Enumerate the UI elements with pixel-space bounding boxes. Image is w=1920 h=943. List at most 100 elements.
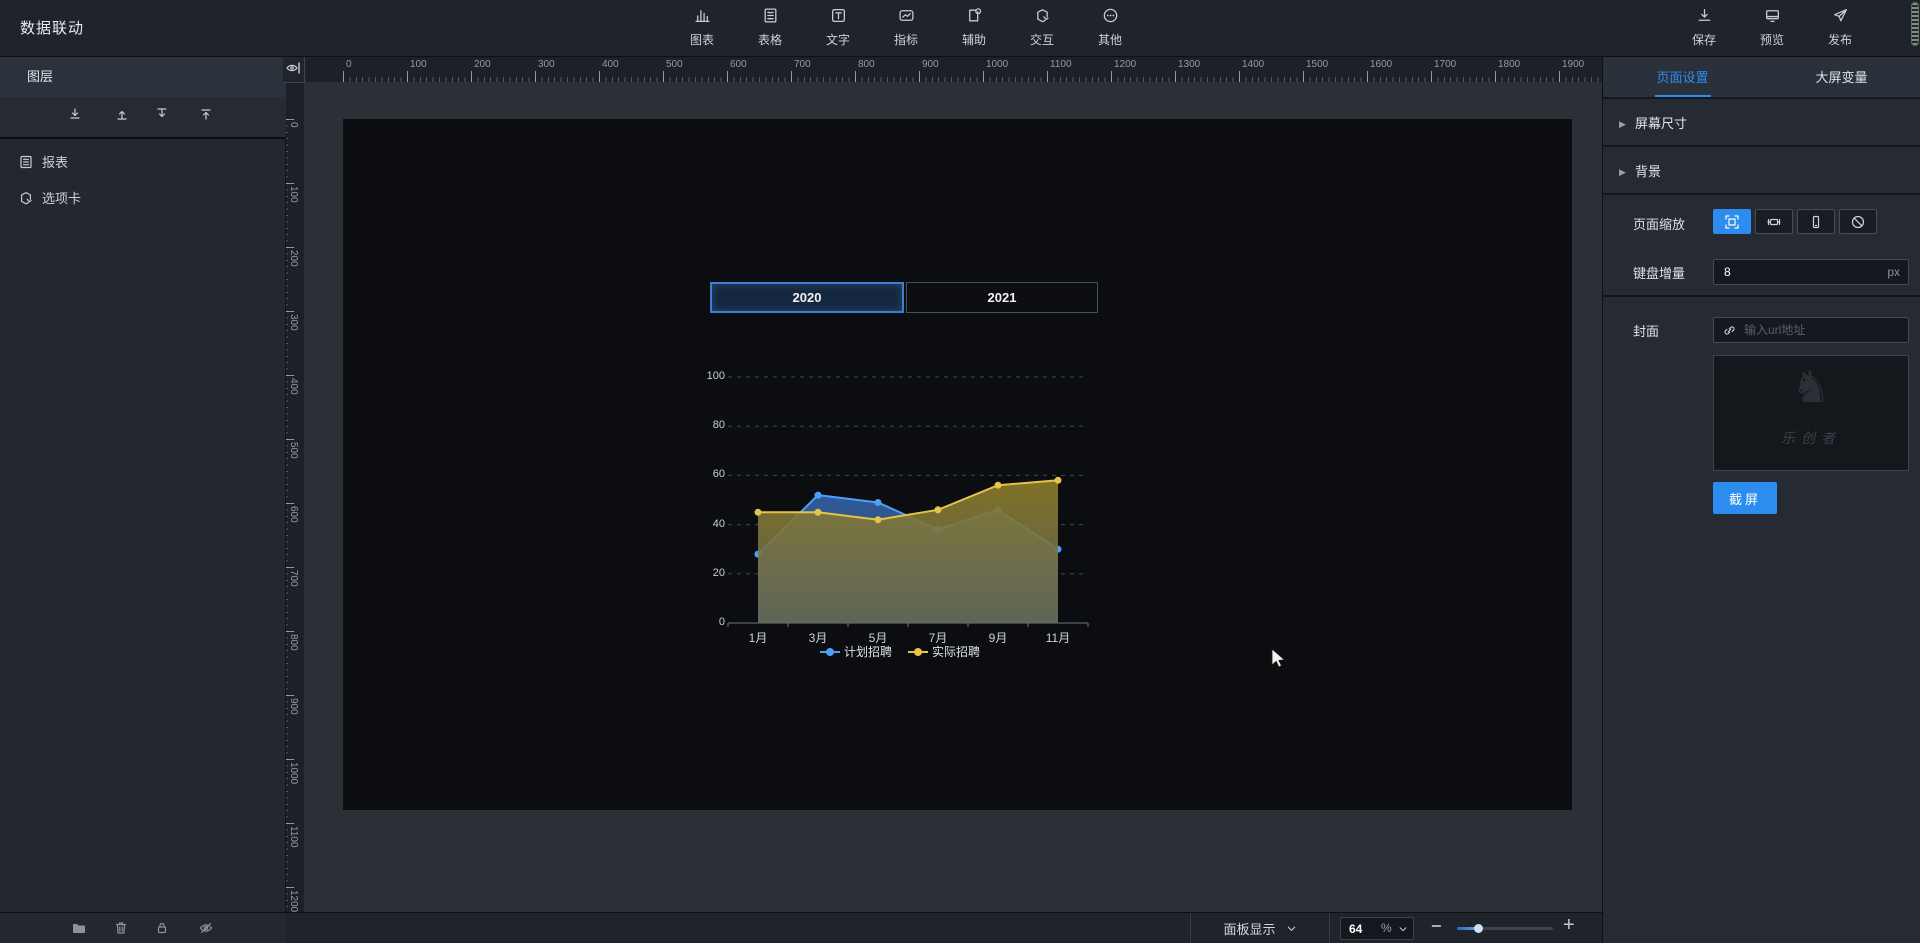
settings-panel: 页面设置 大屏变量 ▶ 屏幕尺寸 ▶ 背景 页面缩放 键盘增量 xyxy=(1602,57,1920,943)
keyboard-increment-input[interactable] xyxy=(1714,260,1908,284)
bring-upward-icon[interactable] xyxy=(111,106,133,128)
trash-icon[interactable] xyxy=(113,920,129,941)
ruler-label: 800 xyxy=(858,59,875,70)
save-icon xyxy=(1696,11,1713,28)
design-canvas[interactable]: 2020 2021 020406080100 1月3月5月7月9月11月 计划招… xyxy=(343,119,1572,810)
ruler-label: 600 xyxy=(288,506,299,523)
folder-icon[interactable] xyxy=(71,920,87,941)
layer-item-label: 选项卡 xyxy=(42,183,81,215)
ruler-label: 1000 xyxy=(288,762,299,784)
send-downward-icon[interactable] xyxy=(151,106,173,128)
save-label: 保存 xyxy=(1670,31,1738,48)
fit-height-icon xyxy=(1808,214,1824,230)
scrollbar-thumb[interactable] xyxy=(1911,2,1919,46)
toolbar-item-more[interactable]: 其他 xyxy=(1076,7,1144,48)
ruler-label: 100 xyxy=(288,186,299,203)
indicator-icon xyxy=(898,11,915,28)
preview-button[interactable]: 预览 xyxy=(1738,7,1806,48)
layers-panel: 图层 报表 选项卡 xyxy=(0,57,286,912)
ruler-label: 300 xyxy=(538,59,555,70)
publish-button[interactable]: 发布 xyxy=(1806,7,1874,48)
ruler-label: 1200 xyxy=(1114,59,1136,70)
section-background[interactable]: ▶ 背景 xyxy=(1603,149,1920,195)
top-actions: 保存 预览 发布 xyxy=(1670,7,1874,48)
layer-item-report[interactable]: 报表 xyxy=(0,147,286,179)
cover-url-input[interactable] xyxy=(1714,318,1908,342)
interact-icon xyxy=(1034,11,1051,28)
v-ruler: 0100200300400500600700800900100011001200 xyxy=(283,83,305,912)
tab-screen-variables[interactable]: 大屏变量 xyxy=(1762,57,1920,97)
lock-icon[interactable] xyxy=(154,920,170,941)
cover-preview: ♞ 乐创者 xyxy=(1713,355,1909,471)
zoom-out-button[interactable]: − xyxy=(1431,916,1442,937)
legend-marker xyxy=(908,651,928,653)
zoom-value-input[interactable] xyxy=(1341,918,1377,939)
zoom-fit-height-button[interactable] xyxy=(1797,209,1835,234)
tab-page-settings[interactable]: 页面设置 xyxy=(1603,57,1762,97)
more-icon xyxy=(1102,11,1119,28)
ruler-label: 1300 xyxy=(1178,59,1200,70)
ruler-label: 1100 xyxy=(288,826,299,848)
toolbar-item-indicator[interactable]: 指标 xyxy=(872,7,940,48)
save-button[interactable]: 保存 xyxy=(1670,7,1738,48)
panel-display-dropdown[interactable]: 面板显示 xyxy=(1190,913,1330,943)
chevron-down-icon[interactable] xyxy=(1398,924,1408,934)
eye-off-icon[interactable] xyxy=(198,920,214,941)
aux-icon xyxy=(966,11,983,28)
zoom-fit-width-button[interactable] xyxy=(1755,209,1793,234)
component-toolbar: 图表 表格 文字 指标 辅助 交互 xyxy=(668,7,1144,48)
eye-icon xyxy=(283,57,303,81)
tab-widget-icon xyxy=(18,190,34,211)
layer-item-tabs[interactable]: 选项卡 xyxy=(0,183,286,215)
settings-tabs: 页面设置 大屏变量 xyxy=(1603,57,1920,99)
ruler-label: 1000 xyxy=(986,59,1008,70)
page-zoom-options xyxy=(1713,209,1877,234)
chart-legend: 计划招聘 实际招聘 xyxy=(700,643,1100,660)
legend-marker xyxy=(820,651,840,653)
ruler-label: 1600 xyxy=(1370,59,1392,70)
chevron-right-icon: ▶ xyxy=(1619,101,1626,147)
cover-url-field xyxy=(1713,317,1909,343)
ruler-toggle[interactable] xyxy=(283,57,305,83)
zoom-value-field: % xyxy=(1340,917,1414,940)
section-label: 背景 xyxy=(1635,149,1661,195)
area-chart-widget[interactable]: 020406080100 1月3月5月7月9月11月 计划招聘 实际招聘 xyxy=(700,370,1100,670)
send-to-back-icon[interactable] xyxy=(64,106,86,128)
bar-chart-icon xyxy=(694,11,711,28)
toolbar-item-chart[interactable]: 图表 xyxy=(668,7,736,48)
zoom-unit-label: % xyxy=(1381,918,1392,939)
legend-label: 实际招聘 xyxy=(932,643,980,660)
screenshot-button[interactable]: 截屏 xyxy=(1713,482,1777,514)
section-screen-size[interactable]: ▶ 屏幕尺寸 xyxy=(1603,101,1920,147)
toolbar-item-interact[interactable]: 交互 xyxy=(1008,7,1076,48)
ruler-label: 500 xyxy=(288,442,299,459)
ruler-label: 1400 xyxy=(1242,59,1264,70)
keyboard-increment-field: px xyxy=(1713,259,1909,285)
canvas-tab-2021[interactable]: 2021 xyxy=(906,282,1098,313)
canvas-tab-2020[interactable]: 2020 xyxy=(710,282,904,313)
toolbar-item-label: 文字 xyxy=(804,31,872,48)
toolbar-item-aux[interactable]: 辅助 xyxy=(940,7,1008,48)
layer-item-label: 报表 xyxy=(42,147,68,179)
preview-label: 预览 xyxy=(1738,31,1806,48)
legend-item-actual[interactable]: 实际招聘 xyxy=(908,643,980,660)
panel-display-label: 面板显示 xyxy=(1223,919,1275,938)
workspace[interactable]: 2020 2021 020406080100 1月3月5月7月9月11月 计划招… xyxy=(305,83,1602,912)
section-label: 屏幕尺寸 xyxy=(1635,101,1687,147)
toolbar-item-text[interactable]: 文字 xyxy=(804,7,872,48)
zoom-fit-screen-button[interactable] xyxy=(1713,209,1751,234)
legend-item-planned[interactable]: 计划招聘 xyxy=(820,643,892,660)
bring-to-front-icon[interactable] xyxy=(195,106,217,128)
zoom-none-button[interactable] xyxy=(1839,209,1877,234)
no-scale-icon xyxy=(1850,214,1866,230)
legend-label: 计划招聘 xyxy=(844,643,892,660)
bottom-left-tools xyxy=(0,912,286,943)
toolbar-item-label: 交互 xyxy=(1008,31,1076,48)
zoom-slider-thumb[interactable] xyxy=(1474,924,1483,933)
toolbar-item-table[interactable]: 表格 xyxy=(736,7,804,48)
publish-label: 发布 xyxy=(1806,31,1874,48)
zoom-in-button[interactable]: + xyxy=(1563,914,1575,937)
fit-screen-icon xyxy=(1724,214,1740,230)
ruler-label: 1800 xyxy=(1498,59,1520,70)
zoom-slider[interactable] xyxy=(1457,927,1553,930)
